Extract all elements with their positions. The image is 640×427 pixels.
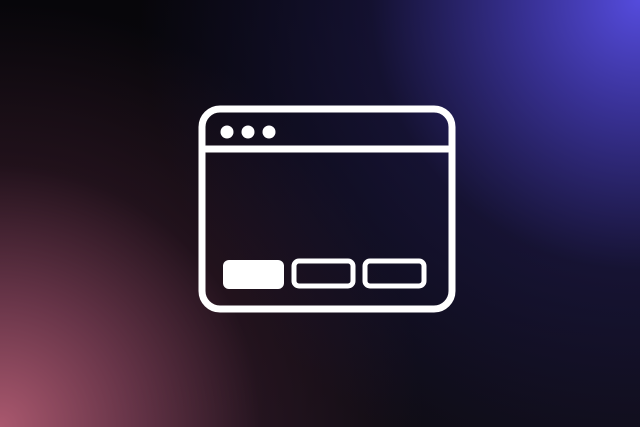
window-dot-icon <box>262 125 276 139</box>
outline-button-icon <box>362 258 427 289</box>
filled-button-icon <box>223 260 284 289</box>
background-canvas <box>0 0 640 427</box>
window-dot-icon <box>220 125 234 139</box>
window-dot-icon <box>241 125 255 139</box>
browser-window-icon <box>198 105 456 313</box>
outline-button-icon <box>291 258 356 289</box>
